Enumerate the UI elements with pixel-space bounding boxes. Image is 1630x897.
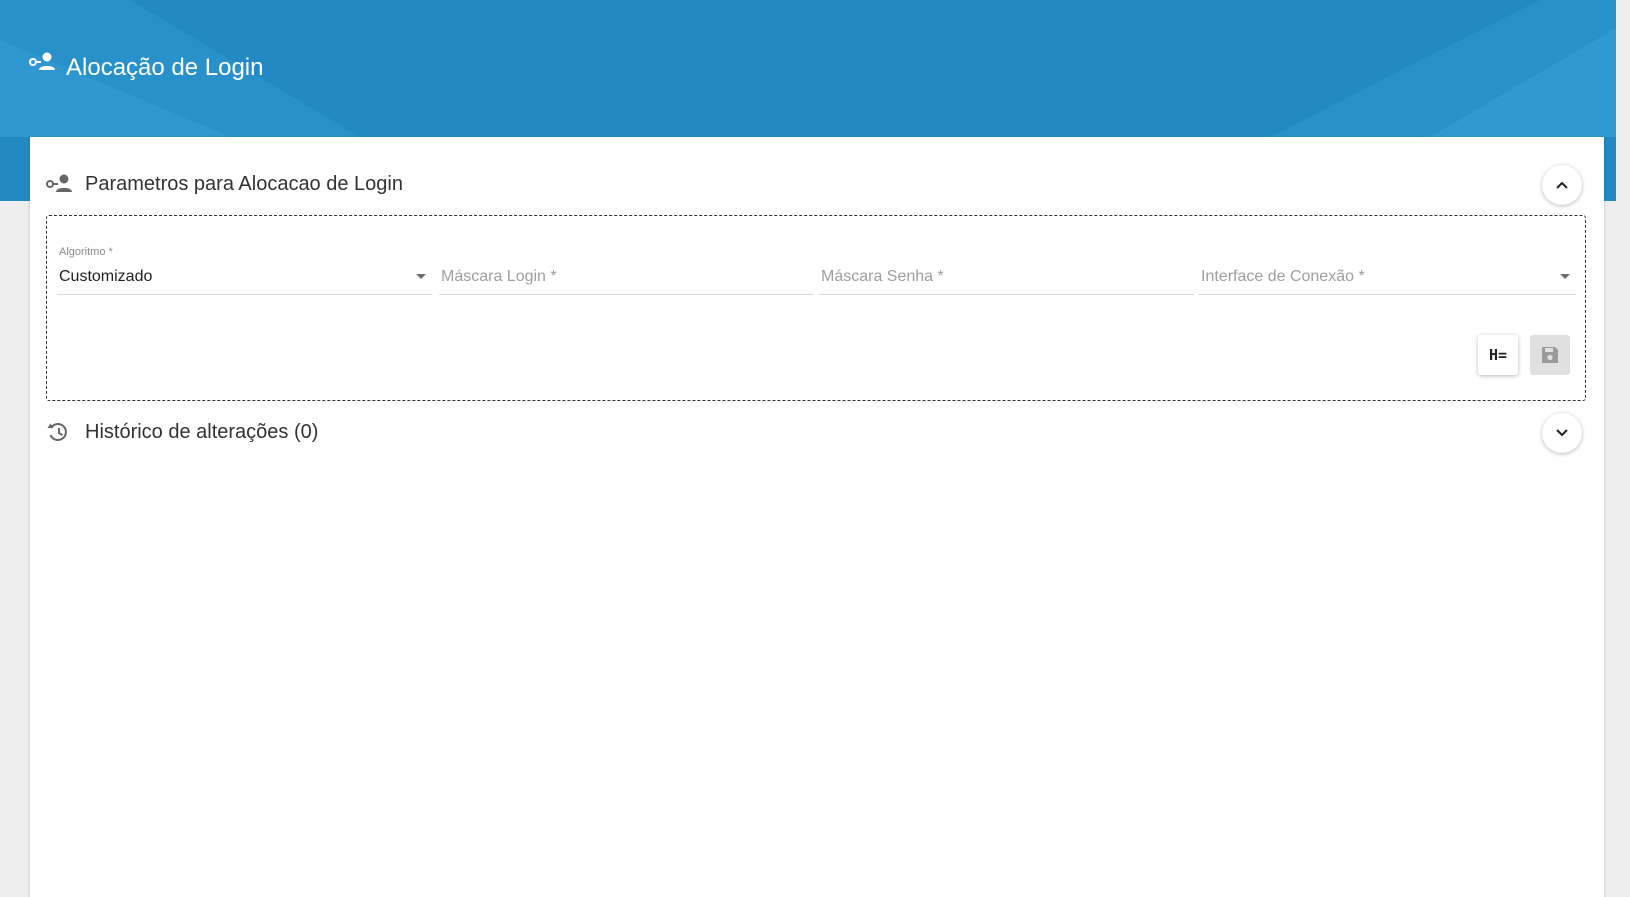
dropdown-arrow-icon	[416, 274, 426, 279]
params-section-header: Parametros para Alocacao de Login	[46, 166, 403, 202]
params-section-title: Parametros para Alocacao de Login	[85, 172, 403, 195]
algoritmo-value: Customizado	[59, 268, 153, 285]
chevron-down-icon	[1556, 429, 1568, 437]
header-format-label: H=	[1488, 346, 1508, 364]
interface-conexao-placeholder: Interface de Conexão *	[1201, 268, 1365, 285]
dropdown-arrow-icon	[1560, 274, 1570, 279]
history-section-title: Histórico de alterações (0)	[85, 420, 319, 443]
mascara-login-input[interactable]: Máscara Login *	[439, 242, 814, 295]
mascara-login-placeholder: Máscara Login *	[441, 268, 557, 285]
save-button[interactable]	[1530, 335, 1570, 375]
page-title: Alocação de Login	[29, 50, 263, 86]
window-scrollbar[interactable]	[1616, 0, 1630, 897]
mascara-senha-input[interactable]: Máscara Senha *	[819, 242, 1194, 295]
expand-history-button[interactable]	[1542, 413, 1582, 453]
chevron-up-icon	[1556, 181, 1568, 189]
history-section-header[interactable]: Histórico de alterações (0)	[46, 414, 318, 450]
history-icon	[46, 420, 72, 444]
header-format-button[interactable]: H=	[1478, 335, 1518, 375]
mascara-senha-placeholder: Máscara Senha *	[821, 268, 944, 285]
page-title-text: Alocação de Login	[66, 54, 264, 81]
user-key-icon	[46, 172, 72, 196]
floppy-disk-icon	[1542, 347, 1558, 363]
user-key-icon	[29, 52, 57, 80]
algoritmo-select[interactable]: Algoritmo * Customizado	[57, 242, 432, 295]
algoritmo-label: Algoritmo *	[59, 246, 113, 258]
main-card: Parametros para Alocacao de Login Algori…	[30, 137, 1604, 897]
collapse-params-button[interactable]	[1542, 165, 1582, 205]
page: Alocação de Login Parametros para Alocac…	[0, 0, 1630, 897]
params-form: Algoritmo * Customizado Máscara Login * …	[46, 215, 1586, 401]
interface-conexao-select[interactable]: Interface de Conexão *	[1199, 242, 1576, 295]
